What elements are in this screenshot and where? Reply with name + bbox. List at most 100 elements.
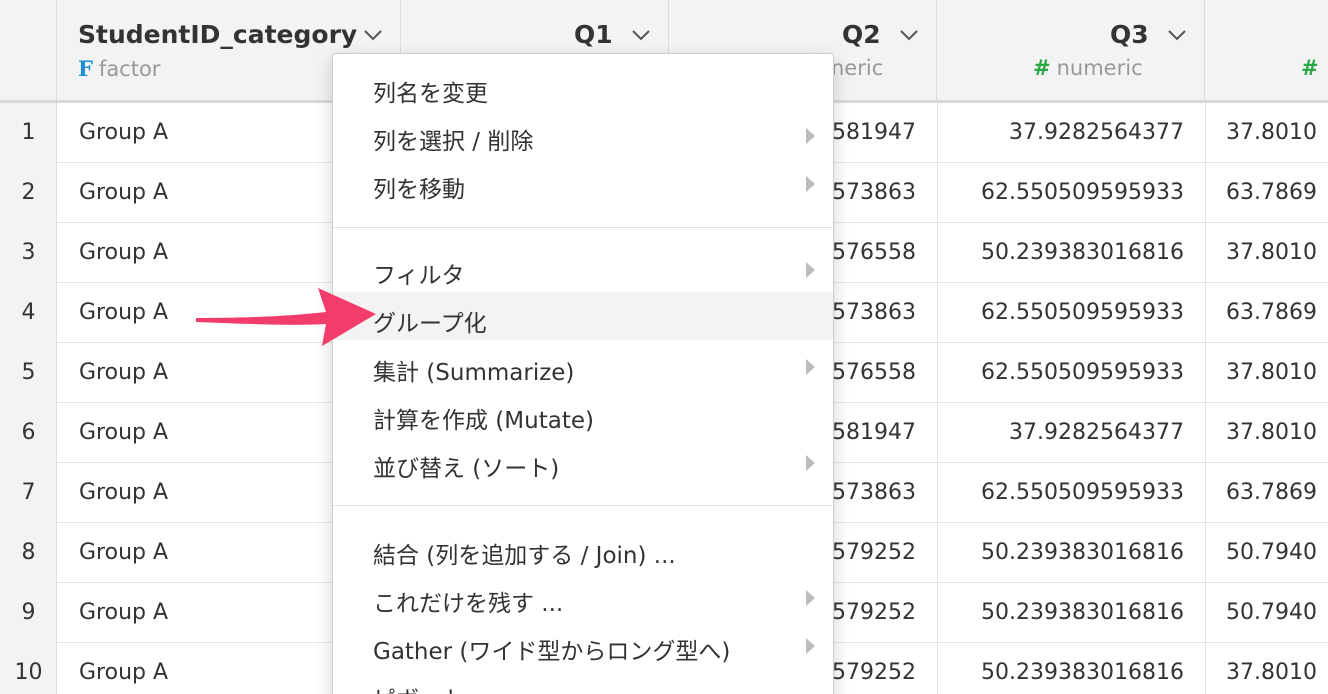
cell-q4[interactable]: 50.7940 <box>1226 540 1317 565</box>
menu-item-label: ピボット <box>373 680 465 694</box>
grid-line <box>937 103 938 694</box>
menu-item-10[interactable]: これだけを残す ... <box>333 572 833 620</box>
column-type: # numeric <box>1033 56 1143 80</box>
column-context-menu: 列名を変更 列を選択 / 削除 列を移動フィルタグループ化集計 (Summarize… <box>332 53 834 694</box>
cell-studentid-category[interactable]: Group A <box>79 240 168 265</box>
menu-item-4[interactable]: フィルタ <box>333 244 833 292</box>
menu-item-2[interactable]: 列を選択 / 削除 <box>333 110 833 158</box>
numeric-icon: # <box>1301 56 1319 80</box>
cell-studentid-category[interactable]: Group A <box>79 300 168 325</box>
cell-q4[interactable]: 63.7869 <box>1226 480 1317 505</box>
cell-q4[interactable]: 63.7869 <box>1226 300 1317 325</box>
row-index-cell: 1 <box>0 103 57 163</box>
column-name: Q1 <box>574 20 613 49</box>
cell-q3[interactable]: 50.239383016816 <box>981 240 1184 265</box>
cell-q2[interactable]: 576558 <box>832 360 916 385</box>
menu-item-8[interactable]: 並び替え (ソート) <box>333 437 833 485</box>
cell-q3[interactable]: 62.550509595933 <box>981 480 1184 505</box>
column-name: Q3 <box>1110 20 1149 49</box>
menu-item-label: これだけを残す ... <box>373 591 564 617</box>
row-index-cell: 5 <box>0 343 57 403</box>
cell-q2[interactable]: 581947 <box>832 120 916 145</box>
cell-q2[interactable]: 579252 <box>832 600 916 625</box>
row-number: 8 <box>21 540 36 565</box>
menu-item-label: 結合 (列を追加する / Join) ... <box>373 543 676 569</box>
menu-item-6[interactable]: 集計 (Summarize) <box>333 341 833 389</box>
column-type: # <box>1301 56 1325 80</box>
menu-item-label: Gather (ワイド型からロング型へ) <box>373 639 731 665</box>
cell-q3[interactable]: 62.550509595933 <box>981 360 1184 385</box>
row-index-cell: 8 <box>0 523 57 583</box>
row-index-header <box>0 0 57 100</box>
row-number: 10 <box>14 660 43 685</box>
cell-q3[interactable]: 62.550509595933 <box>981 180 1184 205</box>
row-number: 7 <box>21 480 36 505</box>
cell-q3[interactable]: 62.550509595933 <box>981 300 1184 325</box>
chevron-down-icon[interactable] <box>631 29 651 41</box>
cell-studentid-category[interactable]: Group A <box>79 480 168 505</box>
menu-item-7[interactable]: 計算を作成 (Mutate) <box>333 389 833 437</box>
menu-item-label: 集計 (Summarize) <box>373 360 575 386</box>
menu-item-12[interactable]: ピボット <box>333 668 833 694</box>
submenu-arrow-icon <box>806 590 815 606</box>
cell-q2[interactable]: 573863 <box>832 480 916 505</box>
row-number: 1 <box>21 120 36 145</box>
cell-q2[interactable]: 573863 <box>832 300 916 325</box>
cell-q2[interactable]: 579252 <box>832 540 916 565</box>
row-index-cell: 4 <box>0 283 57 343</box>
chevron-down-icon[interactable] <box>1167 29 1187 41</box>
cell-q3[interactable]: 50.239383016816 <box>981 600 1184 625</box>
cell-q4[interactable]: 37.8010 <box>1226 660 1317 685</box>
cell-q4[interactable]: 37.8010 <box>1226 120 1317 145</box>
cell-q3[interactable]: 50.239383016816 <box>981 540 1184 565</box>
cell-q4[interactable]: 37.8010 <box>1226 360 1317 385</box>
row-index-cell: 3 <box>0 223 57 283</box>
row-index-cell: 10 <box>0 643 57 694</box>
submenu-arrow-icon <box>806 638 815 654</box>
cell-q4[interactable]: 63.7869 <box>1226 180 1317 205</box>
cell-studentid-category[interactable]: Group A <box>79 420 168 445</box>
menu-item-5[interactable]: グループ化 <box>333 292 833 340</box>
column-name: StudentID_category <box>78 20 358 49</box>
cell-q2[interactable]: 579252 <box>832 660 916 685</box>
cell-q3[interactable]: 37.9282564377 <box>1009 420 1184 445</box>
chevron-down-icon[interactable] <box>899 29 919 41</box>
row-number: 3 <box>21 240 36 265</box>
column-header-q4[interactable]: # <box>1205 0 1328 100</box>
row-number: 2 <box>21 180 36 205</box>
column-name: Q2 <box>842 20 881 49</box>
cell-q3[interactable]: 37.9282564377 <box>1009 120 1184 145</box>
menu-item-1[interactable]: 列名を変更 <box>333 62 833 110</box>
submenu-arrow-icon <box>806 176 815 192</box>
cell-studentid-category[interactable]: Group A <box>79 120 168 145</box>
row-number: 4 <box>21 300 36 325</box>
submenu-arrow-icon <box>806 455 815 471</box>
row-number: 9 <box>21 600 36 625</box>
menu-item-9[interactable]: 結合 (列を追加する / Join) ... <box>333 524 833 572</box>
cell-q4[interactable]: 37.8010 <box>1226 240 1317 265</box>
menu-item-label: グループ化 <box>373 311 487 337</box>
cell-q3[interactable]: 50.239383016816 <box>981 660 1184 685</box>
submenu-arrow-icon <box>806 262 815 278</box>
cell-q4[interactable]: 37.8010 <box>1226 420 1317 445</box>
cell-q2[interactable]: 576558 <box>832 240 916 265</box>
grid-line <box>1205 103 1206 694</box>
menu-item-label: フィルタ <box>373 263 465 289</box>
cell-studentid-category[interactable]: Group A <box>79 540 168 565</box>
menu-item-3[interactable]: 列を移動 <box>333 158 833 206</box>
cell-studentid-category[interactable]: Group A <box>79 660 168 685</box>
menu-item-11[interactable]: Gather (ワイド型からロング型へ) <box>333 620 833 668</box>
chevron-down-icon[interactable] <box>363 29 383 41</box>
menu-separator <box>333 227 833 228</box>
cell-q2[interactable]: 581947 <box>832 420 916 445</box>
column-type: neric <box>831 56 884 80</box>
row-number: 6 <box>21 420 36 445</box>
cell-studentid-category[interactable]: Group A <box>79 180 168 205</box>
column-header-q3[interactable]: Q3 # numeric <box>937 0 1205 100</box>
cell-studentid-category[interactable]: Group A <box>79 360 168 385</box>
row-index-cell: 9 <box>0 583 57 643</box>
cell-q4[interactable]: 50.7940 <box>1226 600 1317 625</box>
cell-studentid-category[interactable]: Group A <box>79 600 168 625</box>
annotation-arrow-icon <box>196 288 376 346</box>
cell-q2[interactable]: 573863 <box>832 180 916 205</box>
